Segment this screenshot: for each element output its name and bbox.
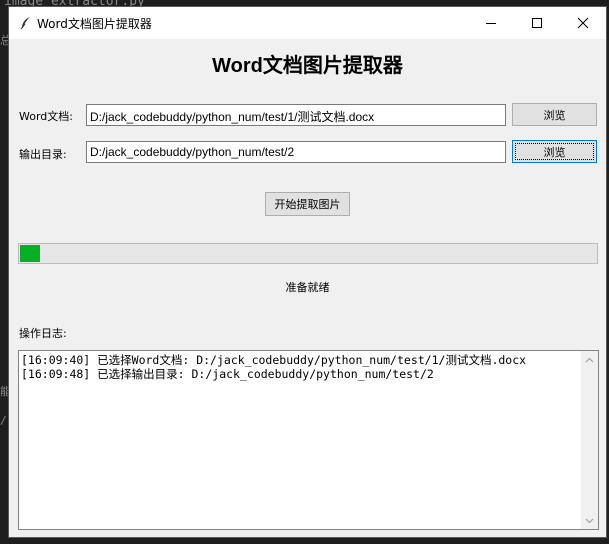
log-textarea[interactable]: [16:09:40] 已选择Word文档: D:/jack_codebuddy/…	[18, 350, 599, 530]
status-text: 准备就绪	[285, 281, 330, 294]
start-extract-button[interactable]: 开始提取图片	[265, 192, 350, 216]
feather-icon	[20, 17, 30, 30]
app-window: Word文档图片提取器 Word文档图片提取器 Word文档: D:/jack_…	[8, 6, 607, 538]
title-bar[interactable]: Word文档图片提取器	[9, 7, 606, 39]
close-icon	[577, 17, 589, 29]
log-line: [16:09:48] 已选择输出目录: D:/jack_codebuddy/py…	[21, 367, 434, 381]
word-file-input[interactable]: D:/jack_codebuddy/python_num/test/1/测试文档…	[86, 104, 506, 126]
window-title: Word文档图片提取器	[37, 17, 152, 31]
progress-bar	[18, 243, 598, 264]
log-lines: [16:09:40] 已选择Word文档: D:/jack_codebuddy/…	[21, 353, 526, 381]
browse-word-button[interactable]: 浏览	[512, 103, 597, 126]
word-file-label: Word文档:	[19, 110, 73, 123]
log-scrollbar[interactable]	[581, 351, 598, 529]
minimize-button[interactable]	[468, 7, 514, 39]
chevron-down-icon	[585, 518, 594, 523]
log-line: [16:09:40] 已选择Word文档: D:/jack_codebuddy/…	[21, 353, 527, 367]
browse-output-button[interactable]: 浏览	[512, 140, 597, 163]
close-button[interactable]	[560, 7, 606, 39]
output-dir-label: 输出目录:	[19, 148, 67, 161]
progress-fill	[20, 245, 40, 262]
app-heading: Word文档图片提取器	[212, 55, 403, 77]
maximize-icon	[532, 18, 542, 28]
maximize-button[interactable]	[514, 7, 560, 39]
scroll-down-button[interactable]	[581, 512, 598, 529]
chevron-up-icon	[585, 357, 594, 362]
minimize-icon	[486, 23, 496, 24]
log-label: 操作日志:	[19, 327, 67, 340]
scroll-up-button[interactable]	[581, 351, 598, 368]
background-fragment: /	[0, 414, 7, 427]
output-dir-input[interactable]: D:/jack_codebuddy/python_num/test/2	[86, 141, 506, 163]
